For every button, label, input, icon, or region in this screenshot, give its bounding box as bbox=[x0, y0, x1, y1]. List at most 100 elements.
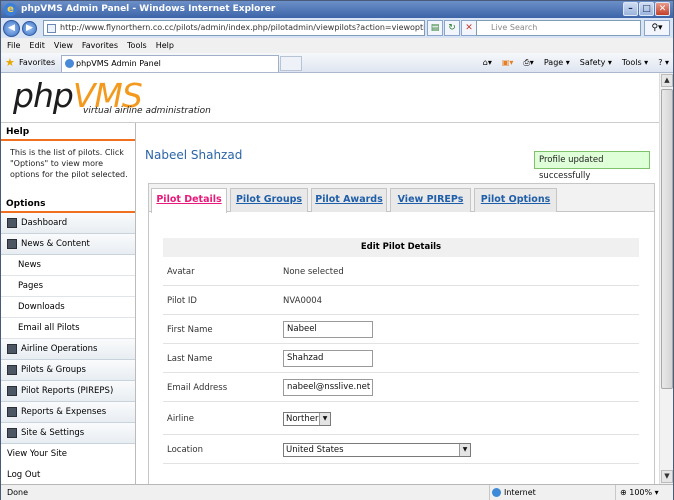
menu-tools[interactable]: Tools bbox=[127, 38, 147, 53]
scroll-up-icon[interactable]: ▲ bbox=[661, 74, 673, 87]
help-menu[interactable]: ? ▾ bbox=[658, 57, 669, 69]
scroll-down-icon[interactable]: ▼ bbox=[661, 470, 673, 483]
tab-favicon-icon bbox=[65, 59, 74, 68]
page-icon bbox=[47, 24, 56, 33]
menu-edit[interactable]: Edit bbox=[29, 38, 45, 53]
airline-select[interactable]: Northern ▼ bbox=[283, 412, 331, 426]
stop-icon: ✕ bbox=[465, 23, 473, 33]
sidebar-item-news[interactable]: News bbox=[1, 255, 135, 276]
airline-row: Airline Northern ▼ bbox=[163, 402, 639, 435]
search-button[interactable]: ⚲▾ bbox=[644, 20, 670, 36]
zone-label: Internet bbox=[504, 488, 536, 497]
zoom-control[interactable]: ⊕ 100% ▾ bbox=[615, 485, 659, 500]
success-notice: Profile updated successfully bbox=[534, 151, 650, 181]
tab-pilot-awards[interactable]: Pilot Awards bbox=[311, 188, 387, 212]
settings-icon bbox=[7, 428, 17, 438]
tab-bar: Pilot Details Pilot Groups Pilot Awards … bbox=[149, 184, 654, 213]
location-select[interactable]: United States ▼ bbox=[283, 443, 471, 457]
expenses-icon bbox=[7, 407, 17, 417]
command-bar: ⌂▾ ▣▾ ⎙▾ Page ▾ Safety ▾ Tools ▾ ? ▾ bbox=[483, 57, 669, 69]
security-zone[interactable]: Internet bbox=[489, 485, 536, 500]
first-name-label: First Name bbox=[167, 325, 213, 335]
sidebar-item-logout[interactable]: Log Out bbox=[1, 465, 135, 484]
email-field[interactable]: nabeel@nsslive.net bbox=[283, 379, 373, 396]
pilot-tab-panel: Pilot Details Pilot Groups Pilot Awards … bbox=[148, 183, 655, 484]
browser-tab[interactable]: phpVMS Admin Panel bbox=[61, 55, 279, 72]
refresh-button[interactable]: ↻ bbox=[444, 20, 460, 36]
search-input[interactable]: Live Search bbox=[476, 20, 641, 36]
forward-button[interactable]: ▶ bbox=[22, 21, 37, 36]
stop-button[interactable]: ✕ bbox=[461, 20, 477, 36]
menu-favorites[interactable]: Favorites bbox=[82, 38, 118, 53]
menu-view[interactable]: View bbox=[54, 38, 73, 53]
tab-pilot-options[interactable]: Pilot Options bbox=[474, 188, 557, 212]
sidebar-item-pilots-groups[interactable]: Pilots & Groups bbox=[1, 360, 135, 381]
sidebar-item-view-site[interactable]: View Your Site bbox=[1, 444, 135, 465]
favorites-button[interactable]: ★ Favorites bbox=[5, 56, 55, 70]
last-name-label: Last Name bbox=[167, 354, 213, 364]
help-heading: Help bbox=[1, 123, 135, 141]
sidebar: Help This is the list of pilots. Click "… bbox=[1, 123, 136, 484]
menu-help[interactable]: Help bbox=[156, 38, 174, 53]
first-name-field[interactable]: Nabeel bbox=[283, 321, 373, 338]
search-icon: ⚲▾ bbox=[651, 23, 663, 33]
email-label: Email Address bbox=[167, 383, 228, 393]
page-menu[interactable]: Page ▾ bbox=[544, 57, 570, 69]
back-button[interactable]: ◀ bbox=[3, 20, 20, 37]
avatar-row: Avatar None selected bbox=[163, 257, 639, 286]
forward-arrow-icon: ▶ bbox=[26, 23, 33, 33]
sidebar-item-airline-operations[interactable]: Airline Operations bbox=[1, 339, 135, 360]
chevron-down-icon: ▼ bbox=[319, 413, 330, 425]
site-header: phpVMS virtual airline administration bbox=[1, 73, 659, 123]
new-tab-button[interactable] bbox=[280, 56, 302, 71]
sidebar-item-downloads[interactable]: Downloads bbox=[1, 297, 135, 318]
sidebar-item-email-pilots[interactable]: Email all Pilots bbox=[1, 318, 135, 339]
avatar-label: Avatar bbox=[167, 267, 195, 277]
reports-icon bbox=[7, 386, 17, 396]
close-button[interactable]: ✕ bbox=[655, 2, 670, 16]
tools-menu[interactable]: Tools ▾ bbox=[622, 57, 648, 69]
star-icon: ★ bbox=[5, 56, 15, 69]
menu-file[interactable]: File bbox=[7, 38, 20, 53]
window-title: phpVMS Admin Panel - Windows Internet Ex… bbox=[21, 4, 276, 14]
pilot-id-row: Pilot ID NVA0004 bbox=[163, 286, 639, 315]
browser-window: e phpVMS Admin Panel - Windows Internet … bbox=[0, 0, 674, 500]
tab-pilot-groups[interactable]: Pilot Groups bbox=[230, 188, 308, 212]
feeds-button[interactable]: ▣▾ bbox=[502, 57, 514, 69]
sidebar-item-dashboard[interactable]: Dashboard bbox=[1, 213, 135, 234]
compatibility-view-button[interactable]: ▤ bbox=[427, 20, 443, 36]
help-text: This is the list of pilots. Click "Optio… bbox=[10, 148, 128, 179]
safety-menu[interactable]: Safety ▾ bbox=[580, 57, 612, 69]
globe-icon bbox=[492, 488, 501, 497]
sidebar-item-reports-expenses[interactable]: Reports & Expenses bbox=[1, 402, 135, 423]
menu-bar: File Edit View Favorites Tools Help bbox=[1, 38, 673, 53]
avatar-value: None selected bbox=[283, 267, 344, 277]
news-icon bbox=[7, 239, 17, 249]
location-label: Location bbox=[167, 445, 203, 455]
pilot-id-value: NVA0004 bbox=[283, 296, 323, 306]
title-bar: e phpVMS Admin Panel - Windows Internet … bbox=[1, 1, 673, 18]
print-button[interactable]: ⎙▾ bbox=[523, 57, 533, 69]
options-heading: Options bbox=[1, 195, 135, 213]
sidebar-item-news-content[interactable]: News & Content bbox=[1, 234, 135, 255]
last-name-field[interactable]: Shahzad bbox=[283, 350, 373, 367]
sidebar-item-site-settings[interactable]: Site & Settings bbox=[1, 423, 135, 444]
address-bar[interactable]: http://www.flynorthern.co.cc/pilots/admi… bbox=[43, 20, 425, 36]
back-arrow-icon: ◀ bbox=[8, 23, 15, 33]
internet-explorer-icon: e bbox=[4, 3, 17, 16]
sidebar-item-pages[interactable]: Pages bbox=[1, 276, 135, 297]
minimize-button[interactable]: – bbox=[623, 2, 638, 16]
first-name-row: First Name Nabeel bbox=[163, 315, 639, 344]
browser-tab-title: phpVMS Admin Panel bbox=[76, 59, 161, 68]
home-button[interactable]: ⌂▾ bbox=[483, 57, 492, 69]
maximize-button[interactable]: □ bbox=[639, 2, 654, 16]
tab-pilot-details[interactable]: Pilot Details bbox=[151, 188, 227, 213]
refresh-icon: ↻ bbox=[448, 23, 456, 33]
sidebar-item-pireps[interactable]: Pilot Reports (PIREPS) bbox=[1, 381, 135, 402]
scroll-thumb[interactable] bbox=[661, 89, 673, 389]
form-heading: Edit Pilot Details bbox=[163, 238, 639, 257]
tab-view-pireps[interactable]: View PIREPs bbox=[390, 188, 471, 212]
vertical-scrollbar[interactable]: ▲ ▼ bbox=[659, 73, 673, 484]
status-text: Done bbox=[7, 488, 29, 497]
pilots-icon bbox=[7, 365, 17, 375]
